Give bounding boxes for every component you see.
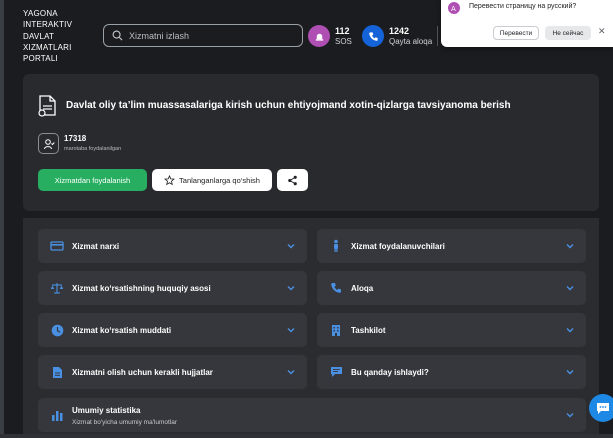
accordion-how-it-works[interactable]: Bu qanday ishlaydi? — [317, 355, 586, 389]
scales-icon — [50, 281, 64, 295]
header-divider — [437, 26, 438, 46]
translate-button[interactable]: Перевести — [493, 26, 539, 40]
accordion-label: Bu qanday ishlaydi? — [351, 367, 429, 377]
accordion-label: Xizmat ko‘rsatishning huquqiy asosi — [72, 283, 211, 293]
chevron-down-icon — [566, 286, 574, 291]
logo-line: XIZMATLARI — [23, 42, 72, 52]
usage-label: marotaba foydalanilgan — [64, 146, 122, 152]
add-to-favorites-button[interactable]: Tanlanganlarga qo‘shish — [152, 169, 272, 191]
accordion-organization[interactable]: Tashkilot — [317, 313, 586, 347]
logo-line: INTERAKTIV — [23, 20, 73, 30]
sos-button[interactable]: 112 SOS — [308, 25, 352, 47]
chevron-down-icon — [566, 244, 574, 249]
not-now-button[interactable]: Не сейчас — [545, 26, 591, 40]
phone-icon — [362, 25, 384, 47]
translate-popup: A Перевести страницу на русский? Перевес… — [441, 0, 613, 47]
accordion-statistics[interactable]: Umumiy statistika Xizmat bo'yicha umumiy… — [38, 398, 586, 432]
accordion-label: Tashkilot — [351, 325, 386, 335]
bottom-bar — [0, 434, 613, 438]
accordion-label: Xizmat narxi — [72, 241, 120, 251]
accordion-label: Xizmatni olish uchun kerakli hujjatlar — [72, 367, 213, 377]
chevron-down-icon — [287, 286, 295, 291]
callback-number: 1242 — [389, 25, 410, 36]
chevron-down-icon — [566, 413, 574, 418]
chat-bubble-icon — [597, 402, 609, 414]
accordion-price[interactable]: Xizmat narxi — [38, 229, 307, 263]
bar-chart-icon — [52, 411, 63, 421]
callback-label: Qayta aloqa — [389, 36, 433, 46]
chevron-down-icon — [287, 370, 295, 375]
accordion-label: Aloqa — [351, 283, 374, 293]
close-icon[interactable]: ✕ — [598, 26, 606, 37]
statistics-subtitle: Xizmat bo'yicha umumiy ma'lumotlar — [72, 419, 178, 426]
chat-icon — [329, 365, 343, 379]
left-edge-bar — [0, 0, 4, 438]
chevron-down-icon — [566, 328, 574, 333]
logo-line: PORTALI — [23, 54, 58, 64]
siren-icon — [308, 25, 330, 47]
search-box[interactable] — [103, 24, 303, 47]
translate-icon: A — [448, 2, 460, 14]
building-icon — [329, 323, 343, 337]
portal-logo[interactable]: YAGONA INTERAKTIV DAVLAT XIZMATLARI PORT… — [23, 8, 72, 64]
search-input[interactable] — [129, 30, 289, 41]
document-icon — [38, 95, 56, 117]
clock-icon — [50, 323, 64, 337]
user-icon — [38, 133, 59, 154]
accordion-label: Xizmat foydalanuvchilari — [351, 241, 445, 251]
chevron-down-icon — [287, 244, 295, 249]
sos-label: SOS — [335, 36, 352, 46]
sos-number: 112 — [335, 25, 350, 36]
use-service-button[interactable]: Xizmatdan foydalanish — [38, 169, 147, 191]
phone-icon — [329, 281, 343, 295]
accordion-users[interactable]: Xizmat foydalanuvchilari — [317, 229, 586, 263]
share-icon — [288, 175, 297, 185]
svg-text:A: A — [451, 5, 456, 12]
search-icon — [112, 30, 123, 41]
accordion-legal-basis[interactable]: Xizmat ko‘rsatishning huquqiy asosi — [38, 271, 307, 305]
logo-line: DAVLAT — [23, 31, 55, 41]
chevron-down-icon — [566, 370, 574, 375]
statistics-title: Umumiy statistika — [72, 406, 141, 415]
translate-prompt: Перевести страницу на русский? — [469, 3, 577, 10]
support-chat-button[interactable] — [589, 394, 613, 422]
service-card: Davlat oliy ta’lim muassasalariga kirish… — [23, 74, 599, 211]
accordion-duration[interactable]: Xizmat ko‘rsatish muddati — [38, 313, 307, 347]
share-button[interactable] — [277, 169, 308, 191]
accordion-contact[interactable]: Aloqa — [317, 271, 586, 305]
chevron-down-icon — [287, 328, 295, 333]
usage-count: 17318 — [64, 134, 87, 143]
service-title: Davlat oliy ta’lim muassasalariga kirish… — [66, 100, 511, 111]
file-icon — [50, 365, 64, 379]
logo-line: YAGONA — [23, 9, 58, 18]
accordion-label: Xizmat ko‘rsatish muddati — [72, 325, 172, 335]
star-icon — [164, 174, 176, 185]
person-icon — [329, 239, 343, 253]
callback-button[interactable]: 1242 Qayta aloqa — [362, 25, 432, 47]
credit-card-icon — [50, 239, 64, 253]
favorites-label: Tanlanganlarga qo‘shish — [179, 175, 260, 185]
accordion-documents[interactable]: Xizmatni olish uchun kerakli hujjatlar — [38, 355, 307, 389]
